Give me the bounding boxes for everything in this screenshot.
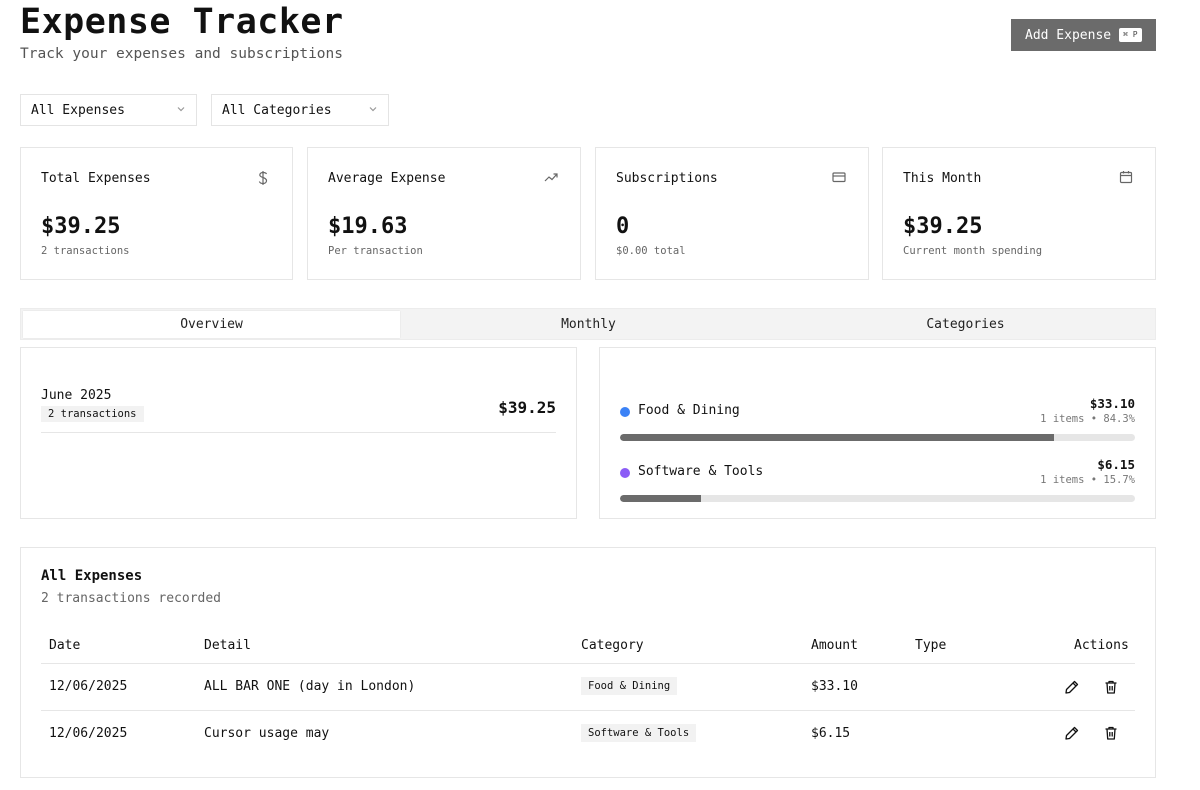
stat-title: Total Expenses [41,171,151,186]
tab-monthly[interactable]: Monthly [400,311,777,338]
row-date: 12/06/2025 [49,679,128,694]
row-amount: $33.10 [811,679,858,694]
expense-type-value: All Expenses [31,102,125,118]
stat-sub: Per transaction [328,245,423,257]
edit-icon[interactable] [1064,679,1080,695]
category-meta: 1 items • 84.3% [1040,413,1135,425]
chevron-down-icon [176,104,186,117]
stat-title: This Month [903,171,982,186]
trending-up-icon [544,170,558,184]
category-name: Software & Tools [638,464,764,479]
category-row: Software & Tools $6.15 1 items • 15.7% [620,457,1135,517]
stat-card-subscriptions: Subscriptions 0 $0.00 total [595,147,869,280]
stat-title: Subscriptions [616,171,718,186]
category-color-dot [620,407,630,417]
row-category-chip: Food & Dining [581,677,678,695]
delete-icon[interactable] [1103,725,1119,741]
dollar-icon [256,170,270,185]
divider [41,710,1135,711]
row-category-chip: Software & Tools [581,724,697,742]
stat-value: $19.63 [328,214,408,239]
expense-type-select[interactable]: All Expenses [20,94,197,126]
divider [41,432,556,433]
month-name: June 2025 [41,388,112,403]
monthly-summary-panel: June 2025 2 transactions $39.25 [20,347,577,519]
stat-title: Average Expense [328,171,446,186]
row-detail: ALL BAR ONE (day in London) [204,679,416,694]
category-amount: $6.15 [1097,457,1135,472]
add-expense-label: Add Expense [1025,27,1112,43]
delete-icon[interactable] [1103,679,1119,695]
row-amount: $6.15 [811,726,851,741]
tab-categories[interactable]: Categories [777,311,1154,338]
column-header-detail: Detail [204,638,251,653]
calendar-icon [1119,170,1133,184]
category-meta: 1 items • 15.7% [1040,474,1135,486]
category-progress-bar [620,495,1135,502]
row-date: 12/06/2025 [49,726,128,741]
category-color-dot [620,468,630,478]
column-header-amount: Amount [811,638,858,653]
add-expense-button[interactable]: Add Expense ⌘ P [1011,19,1156,51]
page-subtitle: Track your expenses and subscriptions [20,46,344,62]
category-amount: $33.10 [1089,396,1135,411]
stat-sub: $0.00 total [616,245,686,257]
category-value: All Categories [222,102,332,118]
row-detail: Cursor usage may [204,726,330,741]
shortcut-badge: ⌘ P [1119,28,1142,42]
stat-sub: 2 transactions [41,245,130,257]
month-total: $39.25 [498,398,556,417]
category-name: Food & Dining [638,403,740,418]
column-header-date: Date [49,638,81,653]
category-breakdown-panel: Food & Dining $33.10 1 items • 84.3% Sof… [599,347,1156,519]
column-header-actions: Actions [1074,638,1129,653]
credit-card-icon [832,170,846,184]
stat-value: 0 [616,214,630,239]
tab-overview[interactable]: Overview [23,311,400,338]
edit-icon[interactable] [1064,725,1080,741]
stat-value: $39.25 [903,214,983,239]
stat-card-total: Total Expenses $39.25 2 transactions [20,147,293,280]
page-title: Expense Tracker [20,2,344,42]
category-select[interactable]: All Categories [211,94,389,126]
category-progress-fill [620,495,701,502]
expenses-table-card: All Expenses 2 transactions recorded Dat… [20,547,1156,778]
category-progress-bar [620,434,1135,441]
stat-sub: Current month spending [903,245,1043,257]
stat-card-average: Average Expense $19.63 Per transaction [307,147,581,280]
transactions-badge: 2 transactions [41,406,144,422]
table-subtitle: 2 transactions recorded [41,591,222,606]
stat-card-this-month: This Month $39.25 Current month spending [882,147,1156,280]
divider [41,663,1135,664]
table-title: All Expenses [41,568,143,584]
chevron-down-icon [368,104,378,117]
category-row: Food & Dining $33.10 1 items • 84.3% [620,396,1135,456]
column-header-category: Category [581,638,644,653]
view-tabs: Overview Monthly Categories [20,308,1156,340]
column-header-type: Type [915,638,947,653]
category-progress-fill [620,434,1055,441]
stat-value: $39.25 [41,214,121,239]
